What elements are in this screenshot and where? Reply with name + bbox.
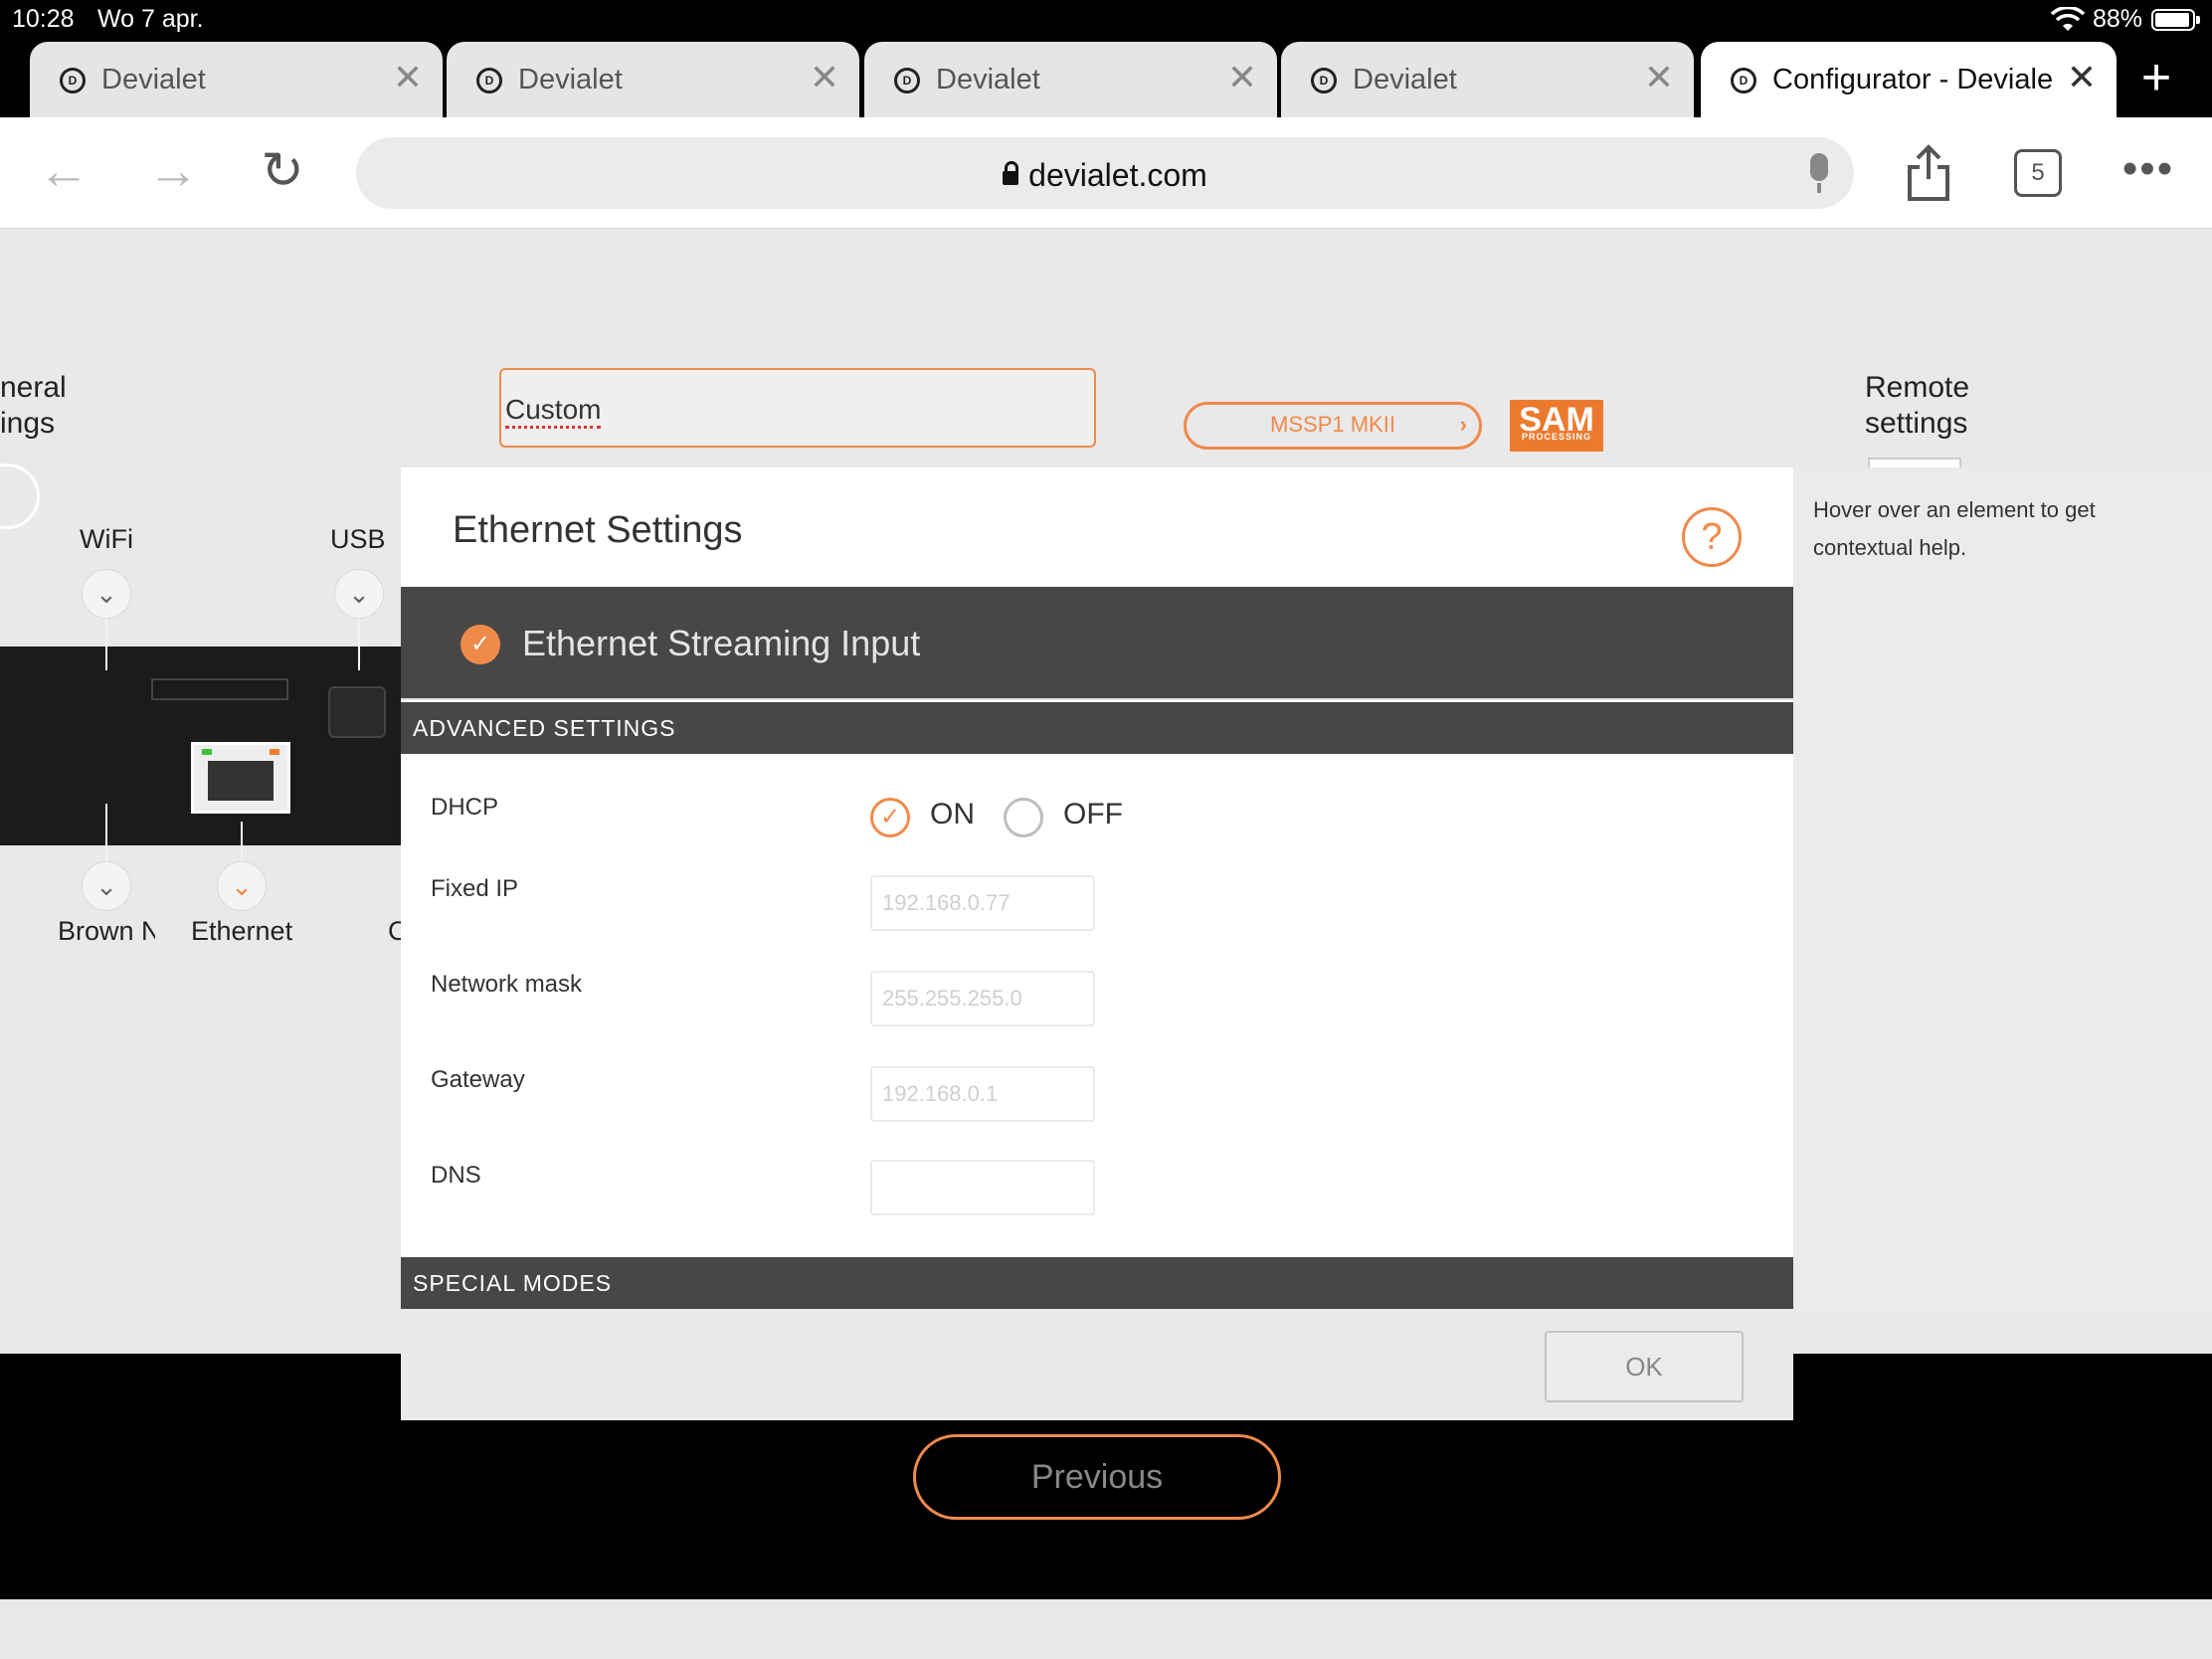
close-tab-icon[interactable]: ✕ bbox=[1227, 60, 1257, 95]
reload-icon[interactable]: ↻ bbox=[253, 143, 312, 203]
close-tab-icon[interactable]: ✕ bbox=[810, 60, 839, 95]
battery-percent: 88% bbox=[2093, 5, 2143, 33]
browser-tab-5[interactable]: D Configurator - Devialet ✕ bbox=[1701, 42, 2117, 117]
devialet-favicon-icon: D bbox=[60, 68, 86, 93]
chevron-right-icon: › bbox=[1459, 412, 1467, 437]
dhcp-on-label: ON bbox=[930, 798, 975, 830]
wifi-connector-toggle[interactable]: ⌄ bbox=[82, 569, 131, 619]
dhcp-off-radio[interactable] bbox=[1004, 798, 1043, 837]
address-bar[interactable]: devialet.com bbox=[356, 137, 1854, 209]
general-settings-label[interactable]: neral ings bbox=[0, 370, 67, 442]
dhcp-off-label: OFF bbox=[1063, 798, 1123, 830]
close-tab-icon[interactable]: ✕ bbox=[1644, 60, 1674, 95]
lock-icon bbox=[1003, 161, 1019, 185]
ethernet-settings-dialog: Ethernet Settings ? ✓ Ethernet Streaming… bbox=[401, 467, 1793, 1420]
close-tab-icon[interactable]: ✕ bbox=[393, 60, 423, 95]
help-icon[interactable]: ? bbox=[1682, 507, 1742, 567]
browser-tab-2[interactable]: D Devialet ✕ bbox=[447, 42, 859, 117]
devialet-favicon-icon: D bbox=[1311, 68, 1337, 93]
ethernet-connector-toggle[interactable]: ⌄ bbox=[217, 861, 267, 911]
brown-connector-toggle[interactable]: ⌄ bbox=[82, 861, 131, 911]
tab-title: Devialet bbox=[518, 64, 623, 95]
more-options-icon[interactable]: ••• bbox=[2119, 143, 2178, 203]
streaming-input-row[interactable]: ✓ Ethernet Streaming Input bbox=[401, 587, 1793, 700]
connector-line bbox=[241, 822, 243, 865]
dhcp-label: DHCP bbox=[431, 794, 499, 821]
devialet-favicon-icon: D bbox=[476, 68, 502, 93]
browser-tab-3[interactable]: D Devialet ✕ bbox=[864, 42, 1277, 117]
status-bar: 10:28 Wo 7 apr. 88% bbox=[0, 0, 2212, 40]
sam-processing-logo: SAM PROCESSING bbox=[1510, 400, 1603, 452]
remote-thumbnail[interactable] bbox=[1868, 458, 1961, 467]
help-text: Hover over an element to get contextual … bbox=[1813, 497, 2096, 560]
dialog-title: Ethernet Settings bbox=[453, 509, 743, 551]
close-tab-icon[interactable]: ✕ bbox=[2067, 60, 2097, 95]
dns-input[interactable] bbox=[870, 1160, 1095, 1215]
tab-count-button[interactable]: 5 bbox=[2014, 149, 2062, 197]
devialet-favicon-icon: D bbox=[1731, 68, 1756, 93]
browser-tab-4[interactable]: D Devialet ✕ bbox=[1281, 42, 1694, 117]
usb-port-icon bbox=[328, 686, 386, 738]
ethernet-port-icon bbox=[191, 742, 290, 814]
browser-tab-1[interactable]: D Devialet ✕ bbox=[30, 42, 443, 117]
back-arrow-icon[interactable]: ← bbox=[34, 143, 93, 203]
status-date: Wo 7 apr. bbox=[97, 5, 204, 33]
connector-label-usb: USB bbox=[330, 524, 386, 554]
tab-title: Devialet bbox=[1353, 64, 1457, 95]
connector-line bbox=[105, 804, 107, 865]
special-modes-header[interactable]: SPECIAL MODES bbox=[401, 1257, 1793, 1309]
device-slot bbox=[151, 678, 288, 700]
connector-label-brown: Brown N bbox=[58, 916, 155, 946]
preset-name-text: Custom bbox=[505, 394, 602, 429]
usb-connector-toggle[interactable]: ⌄ bbox=[334, 569, 384, 619]
ok-button[interactable]: OK bbox=[1545, 1331, 1744, 1402]
browser-toolbar: ← → ↻ devialet.com 5 ••• bbox=[0, 117, 2212, 229]
connector-line bbox=[358, 619, 360, 670]
new-tab-icon[interactable]: + bbox=[2126, 50, 2186, 109]
checkmark-icon[interactable]: ✓ bbox=[461, 625, 500, 664]
tab-bar: D Devialet ✕ D Devialet ✕ D Devialet ✕ D… bbox=[0, 40, 2212, 117]
dhcp-on-radio[interactable]: ✓ bbox=[870, 798, 910, 837]
dns-label: DNS bbox=[431, 1162, 481, 1189]
connector-label-ethernet: Ethernet bbox=[191, 916, 293, 946]
product-label: MSSP1 MKII bbox=[1270, 412, 1395, 437]
previous-button[interactable]: Previous bbox=[913, 1434, 1281, 1520]
connector-label-wifi: WiFi bbox=[80, 524, 133, 554]
advanced-settings-header[interactable]: ADVANCED SETTINGS bbox=[401, 702, 1793, 754]
network-mask-label: Network mask bbox=[431, 971, 583, 998]
sam-logo-subtext: PROCESSING bbox=[1521, 432, 1591, 442]
forward-arrow-icon[interactable]: → bbox=[143, 143, 203, 203]
fixed-ip-input[interactable] bbox=[870, 875, 1095, 931]
gateway-input[interactable] bbox=[870, 1066, 1095, 1122]
tab-title: Configurator - Devialet bbox=[1772, 64, 2053, 95]
url-text: devialet.com bbox=[1028, 157, 1207, 193]
preset-name-input[interactable]: Custom bbox=[499, 368, 1096, 448]
gateway-label: Gateway bbox=[431, 1066, 525, 1093]
remote-settings-label[interactable]: Remote settings bbox=[1865, 370, 1969, 442]
share-icon[interactable] bbox=[1904, 143, 1953, 203]
streaming-input-label: Ethernet Streaming Input bbox=[522, 623, 921, 663]
contextual-help-pane: Hover over an element to get contextual … bbox=[1793, 467, 2212, 1311]
tab-title: Devialet bbox=[936, 64, 1040, 95]
product-select-button[interactable]: MSSP1 MKII › bbox=[1184, 402, 1482, 450]
connector-line bbox=[105, 619, 107, 670]
tab-title: Devialet bbox=[101, 64, 206, 95]
bottom-strip bbox=[0, 1599, 2212, 1659]
wifi-icon bbox=[2051, 7, 2085, 31]
fixed-ip-label: Fixed IP bbox=[431, 875, 519, 902]
network-mask-input[interactable] bbox=[870, 971, 1095, 1026]
devialet-favicon-icon: D bbox=[894, 68, 920, 93]
battery-icon bbox=[2151, 9, 2200, 31]
status-time: 10:28 bbox=[12, 5, 75, 33]
microphone-icon[interactable] bbox=[1810, 153, 1828, 193]
